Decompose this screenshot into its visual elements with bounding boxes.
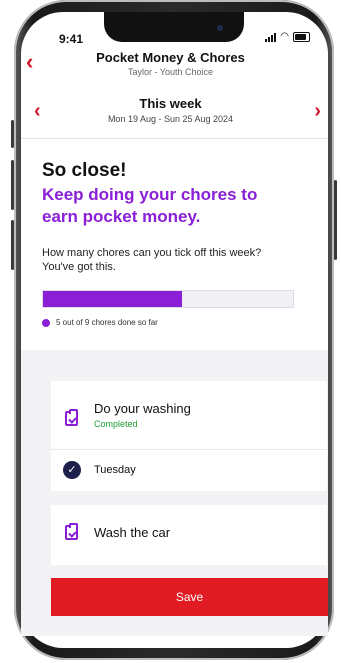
- save-button[interactable]: Save: [51, 578, 328, 616]
- chore-card[interactable]: Do your washing Completed ✓ Tuesday: [51, 381, 327, 491]
- progress-dot-icon: [42, 318, 50, 327]
- page-title: Pocket Money & Chores: [96, 50, 245, 65]
- chore-day: Tuesday: [94, 464, 136, 476]
- progress-caption: 5 out of 9 chores done so far: [42, 318, 158, 327]
- chore-status: Completed: [94, 419, 138, 429]
- page-subtitle: Taylor - Youth Choice: [127, 67, 214, 77]
- battery-icon: [293, 32, 310, 42]
- chore-progress-fill: [43, 291, 182, 307]
- status-icons: ◠: [265, 32, 310, 42]
- progress-headline: So close!: [42, 160, 127, 181]
- chore-card[interactable]: Wash the car: [51, 505, 327, 565]
- progress-caption-text: 5 out of 9 chores done so far: [56, 318, 158, 327]
- chore-name: Do your washing: [94, 401, 191, 416]
- check-circle-icon[interactable]: ✓: [63, 461, 81, 479]
- phone-side-button: [11, 160, 14, 210]
- clipboard-check-icon: [65, 409, 78, 426]
- chore-name: Wash the car: [94, 525, 171, 540]
- status-time: 9:41: [59, 32, 84, 46]
- phone-side-button: [11, 120, 14, 148]
- notch: [104, 12, 244, 42]
- phone-power-button: [334, 180, 337, 260]
- question-text: How many chores can you tick off this we…: [42, 247, 262, 273]
- camera-icon: [217, 25, 223, 31]
- section-divider: [21, 138, 328, 139]
- encouragement-text: Keep doing your chores to earn pocket mo…: [42, 185, 258, 226]
- wifi-icon: ◠: [280, 31, 289, 42]
- phone-side-button: [11, 220, 14, 270]
- clipboard-check-icon: [65, 523, 78, 540]
- week-title: This week: [139, 96, 202, 111]
- signal-icon: [265, 32, 277, 42]
- next-week-chevron-icon[interactable]: ›: [314, 100, 321, 123]
- card-divider: [51, 449, 327, 450]
- week-date-range: Mon 19 Aug - Sun 25 Aug 2024: [107, 114, 234, 124]
- chore-progress-bar: [42, 290, 294, 308]
